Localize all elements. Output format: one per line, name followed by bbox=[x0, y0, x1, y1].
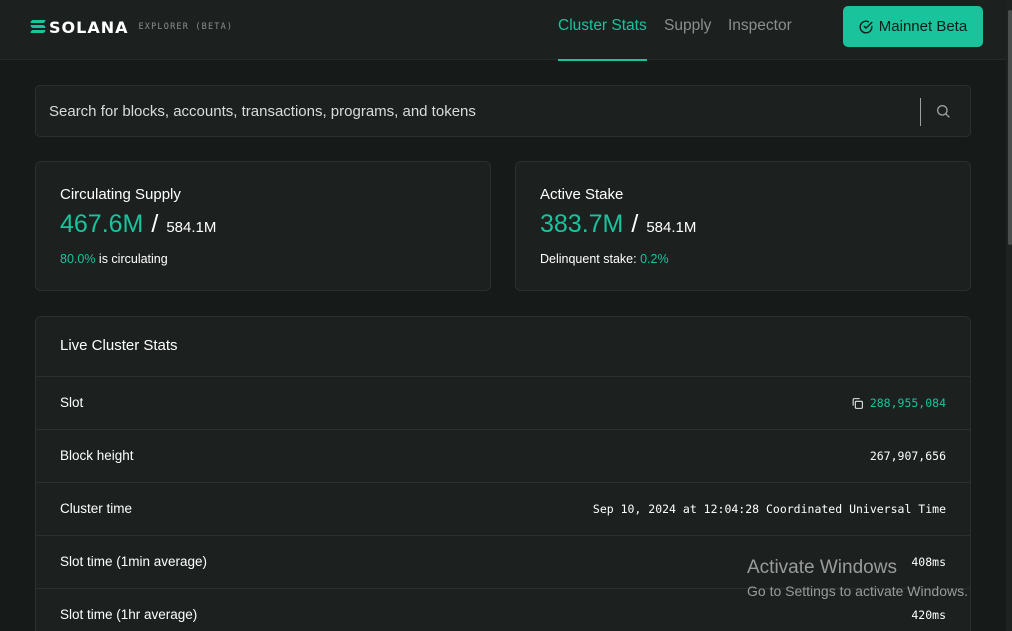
nav-inspector[interactable]: Inspector bbox=[728, 17, 792, 61]
search-icon[interactable] bbox=[935, 103, 951, 119]
watermark-title: Activate Windows bbox=[747, 557, 897, 578]
active-stake-card: Active Stake 383.7M / 584.1M Delinquent … bbox=[515, 161, 971, 291]
stat-label: Block height bbox=[60, 448, 134, 463]
stat-row-cluster-time: Cluster time Sep 10, 2024 at 12:04:28 Co… bbox=[36, 483, 970, 536]
check-circle-icon bbox=[859, 20, 873, 33]
solana-logo[interactable]: SOLANA EXPLORER (BETA) bbox=[30, 17, 234, 37]
delinquent-stake: Delinquent stake: 0.2% bbox=[540, 252, 669, 266]
stat-value: 267,907,656 bbox=[869, 449, 946, 463]
search-input[interactable] bbox=[49, 100, 909, 122]
watermark-subtitle: Go to Settings to activate Windows. bbox=[747, 583, 968, 599]
cluster-button-label: Mainnet Beta bbox=[878, 18, 968, 35]
stat-label: Slot time (1hr average) bbox=[60, 607, 198, 622]
delinquent-value: 0.2% bbox=[640, 252, 669, 266]
total-stake-value: 584.1M bbox=[646, 219, 697, 236]
circulating-supply-card: Circulating Supply 467.6M / 584.1M 80.0%… bbox=[35, 161, 491, 291]
stats-header: Live Cluster Stats bbox=[36, 317, 970, 377]
circulating-value: 467.6M bbox=[60, 210, 144, 238]
stat-value: Sep 10, 2024 at 12:04:28 Coordinated Uni… bbox=[592, 502, 946, 516]
circulating-pct: 80.0% bbox=[60, 252, 96, 266]
circulating-pct-label: is circulating bbox=[95, 252, 168, 266]
total-supply-value: 584.1M bbox=[166, 219, 217, 236]
top-navbar: SOLANA EXPLORER (BETA) Cluster Stats Sup… bbox=[0, 0, 1006, 61]
copy-icon[interactable] bbox=[851, 397, 864, 410]
stat-label: Slot bbox=[60, 395, 84, 410]
stat-value: 420ms bbox=[911, 608, 946, 622]
supply-amount: 467.6M / 584.1M bbox=[60, 210, 217, 238]
stat-row-slot: Slot 288,955,084 bbox=[36, 377, 970, 430]
delinquent-label: Delinquent stake: bbox=[540, 252, 641, 266]
nav-supply[interactable]: Supply bbox=[664, 17, 711, 61]
search-box bbox=[35, 85, 971, 137]
search-divider bbox=[920, 98, 921, 126]
nav-cluster-stats[interactable]: Cluster Stats bbox=[558, 17, 647, 61]
stats-title: Live Cluster Stats bbox=[60, 337, 178, 354]
active-stake-value: 383.7M bbox=[540, 210, 624, 238]
stat-value[interactable]: 288,955,084 bbox=[851, 396, 946, 410]
cluster-select-button[interactable]: Mainnet Beta bbox=[843, 6, 983, 47]
circulating-percentage: 80.0% is circulating bbox=[60, 252, 168, 266]
stat-row-block-height: Block height 267,907,656 bbox=[36, 430, 970, 483]
card-title: Active Stake bbox=[540, 186, 624, 203]
stat-label: Slot time (1min average) bbox=[60, 554, 208, 569]
logo-subtitle: EXPLORER (BETA) bbox=[138, 22, 234, 32]
slot-number[interactable]: 288,955,084 bbox=[870, 396, 946, 410]
scrollbar-thumb[interactable] bbox=[1008, 10, 1012, 245]
logo-text: SOLANA bbox=[49, 17, 129, 37]
activate-windows-watermark: Activate Windows Go to Settings to activ… bbox=[747, 557, 968, 599]
stake-amount: 383.7M / 584.1M bbox=[540, 210, 697, 238]
solana-logo-icon bbox=[30, 20, 46, 34]
stat-label: Cluster time bbox=[60, 501, 133, 516]
card-title: Circulating Supply bbox=[60, 186, 181, 203]
